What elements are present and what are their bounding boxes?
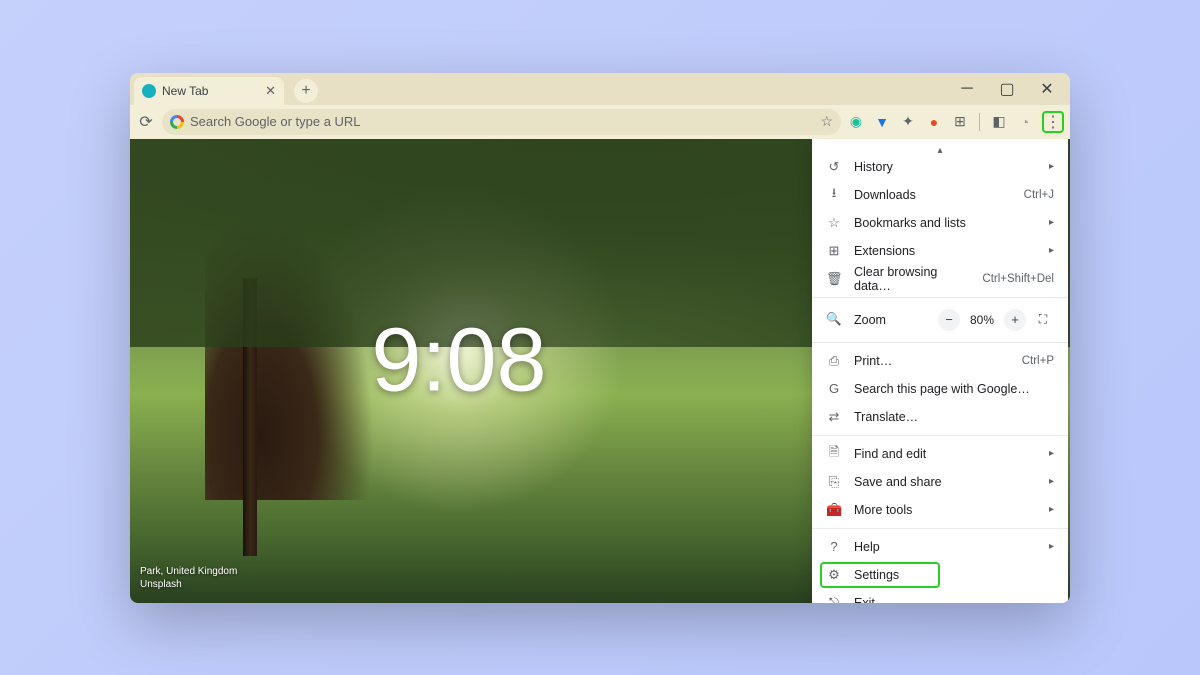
window-controls: ─ ▢ ✕: [948, 75, 1066, 103]
extensions-icon: ⊞: [826, 243, 842, 259]
menu-label: Settings: [854, 568, 1054, 582]
menu-item-exit[interactable]: ⎋ Exit: [812, 589, 1068, 603]
menu-separator: [812, 297, 1068, 298]
chrome-menu: ▴ ↺ History ▸ ⭳ Downloads Ctrl+J ☆ Bookm…: [812, 139, 1068, 603]
menu-label: Clear browsing data…: [854, 265, 970, 293]
menu-item-search-page[interactable]: G Search this page with Google…: [812, 375, 1068, 403]
menu-label: Downloads: [854, 188, 1012, 202]
tab-title: New Tab: [162, 84, 208, 98]
zoom-out-button[interactable]: −: [938, 309, 960, 331]
extension-row: ◉ ▼ ✦ ● ⊞ ◧ ◔ ⋮: [847, 111, 1064, 133]
clock-display: 9:08: [371, 310, 546, 413]
titlebar: New Tab ✕ + ─ ▢ ✕: [130, 73, 1070, 105]
zoom-icon: 🔍: [826, 312, 842, 327]
reload-button[interactable]: ⟳: [136, 112, 156, 132]
chevron-right-icon: ▸: [1049, 161, 1054, 172]
menu-label: Help: [854, 540, 1037, 554]
minimize-button[interactable]: ─: [948, 75, 986, 103]
chevron-right-icon: ▸: [1049, 217, 1054, 228]
trash-icon: 🗑: [826, 271, 842, 287]
menu-label: Bookmarks and lists: [854, 216, 1037, 230]
zoom-controls: − 80% + ⛶: [938, 309, 1054, 331]
menu-separator: [812, 435, 1068, 436]
menu-scroll-up-icon[interactable]: ▴: [812, 145, 1068, 153]
toolbox-icon: 🧰: [826, 502, 842, 518]
toolbar-divider: [979, 113, 980, 131]
menu-label: Search this page with Google…: [854, 382, 1054, 396]
zoom-in-button[interactable]: +: [1004, 309, 1026, 331]
share-icon: ⎘: [826, 474, 842, 490]
menu-separator: [812, 528, 1068, 529]
menu-label: Extensions: [854, 244, 1037, 258]
bookmark-star-icon[interactable]: ☆: [820, 113, 833, 130]
chrome-browser-window: New Tab ✕ + ─ ▢ ✕ ⟳ Search Google or typ…: [130, 73, 1070, 603]
downloader-icon[interactable]: ▼: [873, 113, 891, 131]
menu-item-extensions[interactable]: ⊞ Extensions ▸: [812, 237, 1068, 265]
grammarly-icon[interactable]: ◉: [847, 113, 865, 131]
omnibox-placeholder: Search Google or type a URL: [190, 114, 814, 129]
menu-item-downloads[interactable]: ⭳ Downloads Ctrl+J: [812, 181, 1068, 209]
puzzle-icon[interactable]: ⊞: [951, 113, 969, 131]
print-icon: ⎙: [826, 353, 842, 369]
plus-ext-icon[interactable]: ✦: [899, 113, 917, 131]
menu-item-history[interactable]: ↺ History ▸: [812, 153, 1068, 181]
menu-item-zoom: 🔍 Zoom − 80% + ⛶: [812, 302, 1068, 338]
menu-item-print[interactable]: ⎙ Print… Ctrl+P: [812, 347, 1068, 375]
attribution-source: Unsplash: [140, 578, 237, 591]
fullscreen-button[interactable]: ⛶: [1032, 309, 1054, 331]
menu-label: Zoom: [854, 313, 926, 327]
menu-item-find[interactable]: 🗎 Find and edit ▸: [812, 440, 1068, 468]
help-icon: ?: [826, 539, 842, 554]
menu-item-translate[interactable]: ⇄ Translate…: [812, 403, 1068, 431]
chevron-right-icon: ▸: [1049, 504, 1054, 515]
translate-icon: ⇄: [826, 409, 842, 425]
new-tab-button[interactable]: +: [294, 79, 318, 103]
omnibox[interactable]: Search Google or type a URL ☆: [162, 109, 841, 135]
favicon-icon: [142, 84, 156, 98]
chevron-right-icon: ▸: [1049, 245, 1054, 256]
menu-item-clear-data[interactable]: 🗑 Clear browsing data… Ctrl+Shift+Del: [812, 265, 1068, 293]
tab-new-tab[interactable]: New Tab ✕: [134, 77, 284, 105]
kebab-menu-button[interactable]: ⋮: [1042, 111, 1064, 133]
menu-accel: Ctrl+J: [1024, 189, 1054, 201]
google-g-icon: G: [826, 381, 842, 396]
menu-item-help[interactable]: ? Help ▸: [812, 533, 1068, 561]
menu-accel: Ctrl+Shift+Del: [982, 273, 1054, 285]
download-icon: ⭳: [826, 184, 842, 206]
tree-trunk-decor: [243, 278, 257, 556]
close-window-button[interactable]: ✕: [1028, 75, 1066, 103]
menu-item-more-tools[interactable]: 🧰 More tools ▸: [812, 496, 1068, 524]
menu-label: History: [854, 160, 1037, 174]
menu-label: Print…: [854, 354, 1010, 368]
profile-icon[interactable]: ◔: [1016, 113, 1034, 131]
chevron-right-icon: ▸: [1049, 448, 1054, 459]
exit-icon: ⎋: [826, 595, 842, 603]
menu-label: More tools: [854, 503, 1037, 517]
history-icon: ↺: [826, 159, 842, 175]
menu-label: Find and edit: [854, 447, 1037, 461]
toolbar: ⟳ Search Google or type a URL ☆ ◉ ▼ ✦ ● …: [130, 105, 1070, 139]
gear-icon: ⚙: [826, 567, 842, 583]
attribution-location: Park, United Kingdom: [140, 565, 237, 578]
content-area: 9:08 Park, United Kingdom Unsplash Todo …: [130, 139, 1070, 603]
close-tab-icon[interactable]: ✕: [265, 83, 276, 99]
maximize-button[interactable]: ▢: [988, 75, 1026, 103]
chevron-right-icon: ▸: [1049, 541, 1054, 552]
menu-separator: [812, 342, 1068, 343]
star-icon: ☆: [826, 215, 842, 231]
menu-item-settings[interactable]: ⚙ Settings: [812, 561, 1068, 589]
opera-icon[interactable]: ●: [925, 113, 943, 131]
menu-label: Translate…: [854, 410, 1054, 424]
document-search-icon: 🗎: [826, 443, 842, 465]
chevron-right-icon: ▸: [1049, 476, 1054, 487]
menu-label: Exit: [854, 596, 1054, 603]
photo-attribution: Park, United Kingdom Unsplash: [140, 565, 237, 591]
menu-item-bookmarks[interactable]: ☆ Bookmarks and lists ▸: [812, 209, 1068, 237]
google-icon: [170, 115, 184, 129]
zoom-value: 80%: [966, 313, 998, 327]
menu-label: Save and share: [854, 475, 1037, 489]
menu-item-save[interactable]: ⎘ Save and share ▸: [812, 468, 1068, 496]
menu-accel: Ctrl+P: [1022, 355, 1054, 367]
side-panel-icon[interactable]: ◧: [990, 113, 1008, 131]
